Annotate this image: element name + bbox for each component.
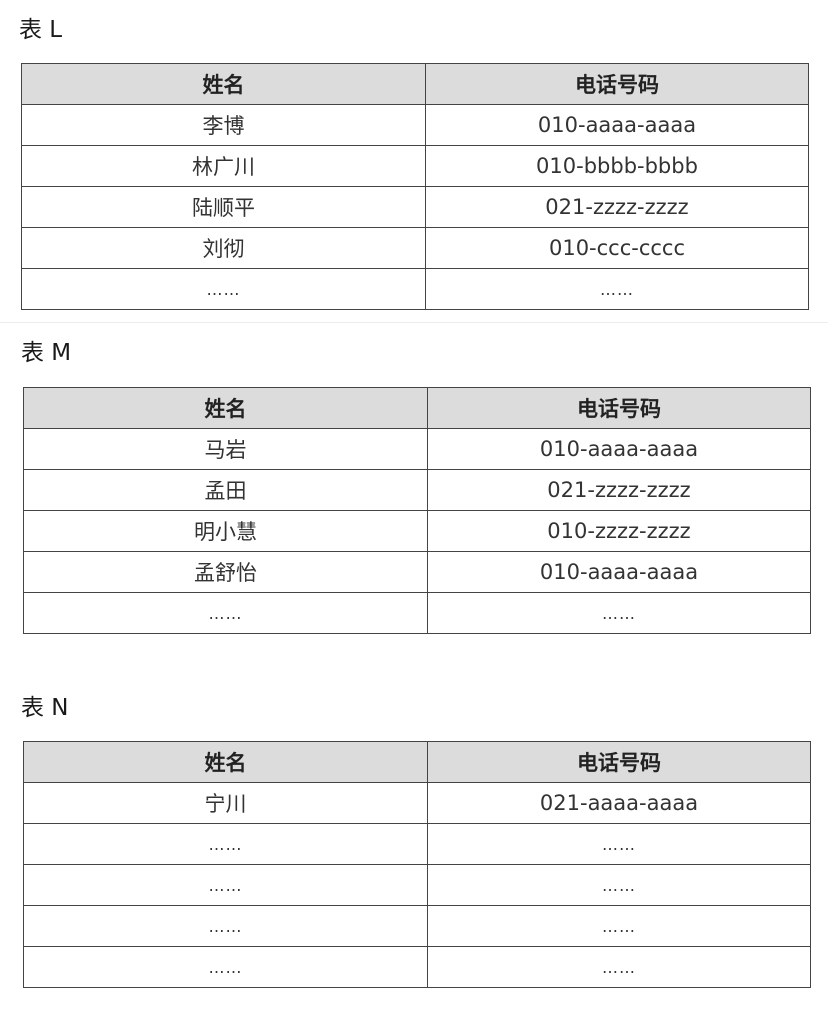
cell-phone: 021-zzzz-zzzz (427, 469, 811, 511)
table-row: 李博 010-aaaa-aaaa (21, 104, 809, 146)
cell-name: 孟舒怡 (23, 551, 428, 593)
table-l: 姓名 电话号码 李博 010-aaaa-aaaa 林广川 010-bbbb-bb… (21, 63, 809, 310)
cell-phone: 010-bbbb-bbbb (425, 145, 809, 187)
cell-phone: …… (427, 823, 811, 865)
table-row: 明小慧 010-zzzz-zzzz (23, 510, 811, 552)
table-header-row: 姓名 电话号码 (23, 387, 811, 429)
table-n-title: 表 N (21, 695, 69, 721)
table-m: 姓名 电话号码 马岩 010-aaaa-aaaa 孟田 021-zzzz-zzz… (23, 387, 811, 634)
table-row: …… …… (23, 946, 811, 988)
cell-name: …… (23, 905, 428, 947)
cell-phone: …… (427, 864, 811, 906)
cell-name: 宁川 (23, 782, 428, 824)
column-header-name: 姓名 (23, 387, 428, 429)
table-row: 刘彻 010-ccc-cccc (21, 227, 809, 269)
cell-name: 李博 (21, 104, 426, 146)
table-row: 宁川 021-aaaa-aaaa (23, 782, 811, 824)
cell-phone: 010-zzzz-zzzz (427, 510, 811, 552)
cell-name: …… (23, 946, 428, 988)
table-row: 林广川 010-bbbb-bbbb (21, 145, 809, 187)
cell-name: 明小慧 (23, 510, 428, 552)
table-header-row: 姓名 电话号码 (21, 63, 809, 105)
column-header-phone: 电话号码 (427, 741, 811, 783)
table-row: …… …… (23, 823, 811, 865)
cell-phone: 021-zzzz-zzzz (425, 186, 809, 228)
cell-name: 孟田 (23, 469, 428, 511)
cell-name: 陆顺平 (21, 186, 426, 228)
cell-phone: 021-aaaa-aaaa (427, 782, 811, 824)
table-n: 姓名 电话号码 宁川 021-aaaa-aaaa …… …… …… …… …… … (23, 741, 811, 988)
table-header-row: 姓名 电话号码 (23, 741, 811, 783)
cell-name: 刘彻 (21, 227, 426, 269)
cell-phone: 010-aaaa-aaaa (427, 551, 811, 593)
column-header-phone: 电话号码 (425, 63, 809, 105)
cell-name: …… (23, 592, 428, 634)
cell-name: …… (23, 823, 428, 865)
cell-phone: …… (427, 592, 811, 634)
cell-phone: 010-aaaa-aaaa (425, 104, 809, 146)
table-row: 孟舒怡 010-aaaa-aaaa (23, 551, 811, 593)
cell-name: …… (21, 268, 426, 310)
table-row: 孟田 021-zzzz-zzzz (23, 469, 811, 511)
cell-name: 林广川 (21, 145, 426, 187)
column-header-phone: 电话号码 (427, 387, 811, 429)
table-row: 马岩 010-aaaa-aaaa (23, 428, 811, 470)
table-row: …… …… (21, 268, 809, 310)
table-row: …… …… (23, 864, 811, 906)
section-divider (0, 322, 828, 323)
cell-phone: …… (425, 268, 809, 310)
table-l-title: 表 L (19, 17, 63, 43)
table-row: 陆顺平 021-zzzz-zzzz (21, 186, 809, 228)
cell-phone: …… (427, 905, 811, 947)
table-row: …… …… (23, 592, 811, 634)
cell-phone: 010-aaaa-aaaa (427, 428, 811, 470)
cell-name: 马岩 (23, 428, 428, 470)
table-m-title: 表 M (21, 340, 72, 366)
column-header-name: 姓名 (21, 63, 426, 105)
cell-phone: 010-ccc-cccc (425, 227, 809, 269)
column-header-name: 姓名 (23, 741, 428, 783)
table-row: …… …… (23, 905, 811, 947)
cell-phone: …… (427, 946, 811, 988)
cell-name: …… (23, 864, 428, 906)
